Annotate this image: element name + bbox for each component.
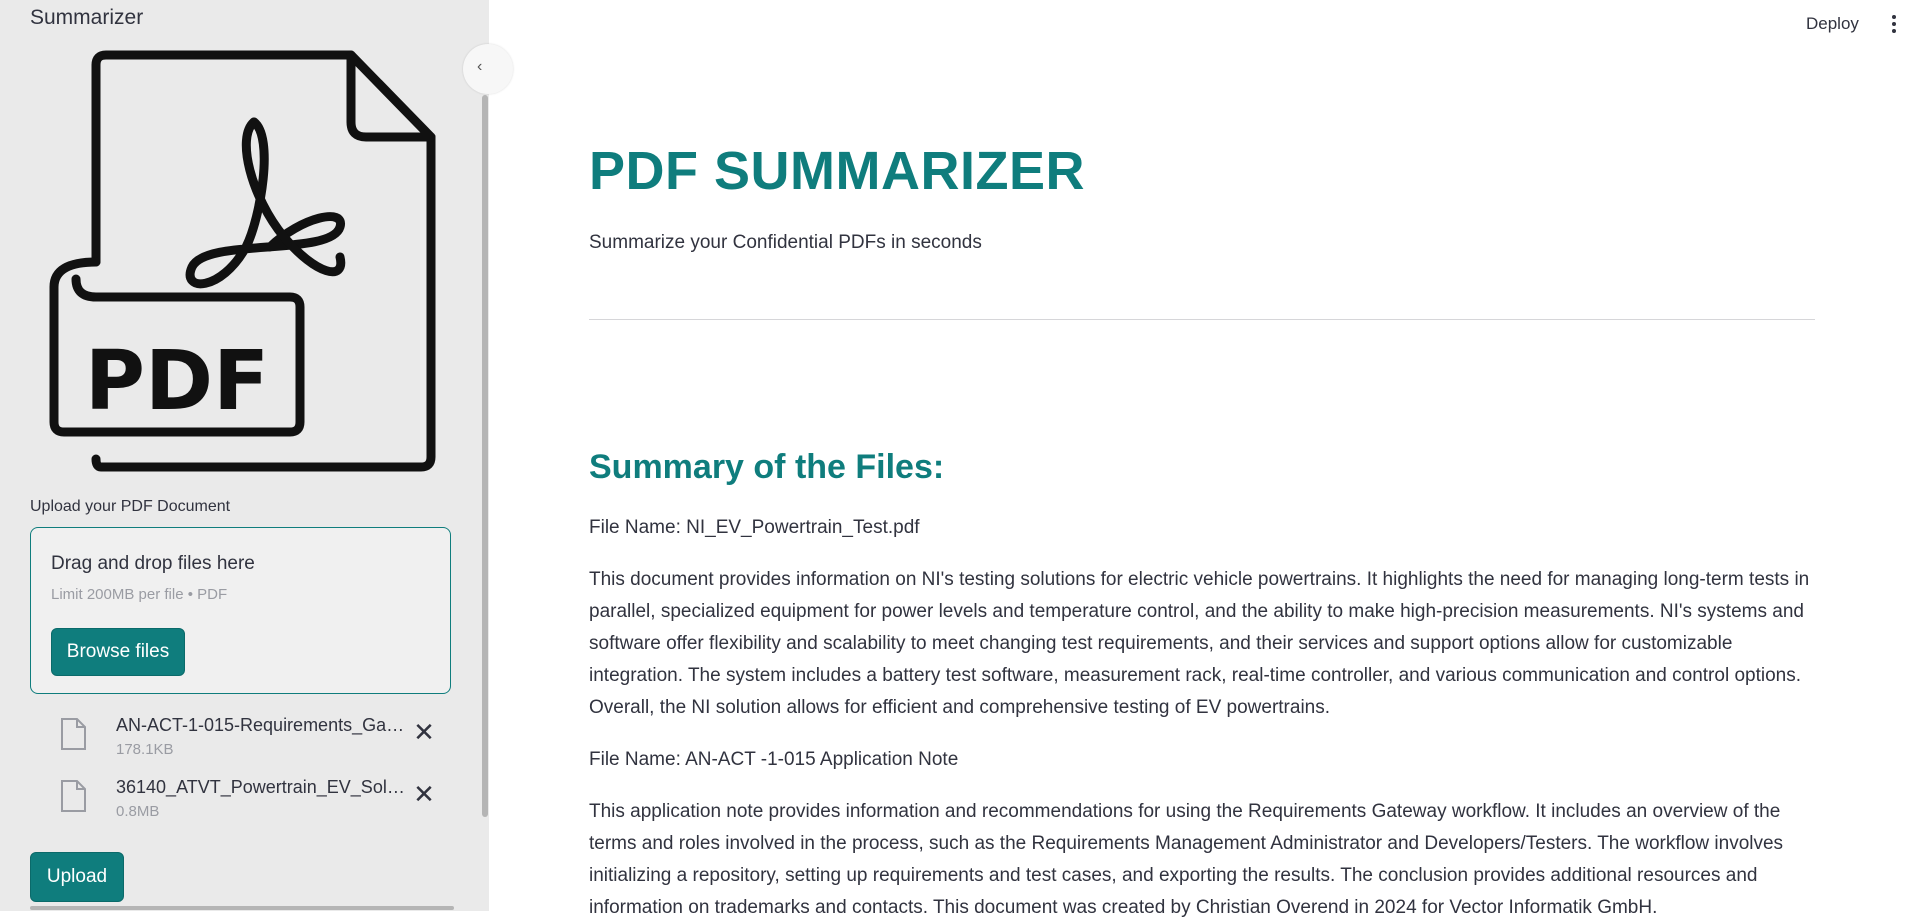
summary-text: This document provides information on NI… bbox=[589, 569, 1810, 718]
file-size: 0.8MB bbox=[116, 803, 160, 820]
remove-file-icon[interactable]: ✕ bbox=[408, 778, 440, 810]
sidebar-horizontal-scrollbar[interactable] bbox=[30, 906, 454, 910]
chevron-left-icon: ‹ bbox=[477, 58, 483, 75]
main-menu-icon[interactable] bbox=[1886, 12, 1902, 40]
dropzone-limit: Limit 200MB per file • PDF bbox=[51, 586, 228, 603]
dropzone-title: Drag and drop files here bbox=[51, 553, 255, 574]
page-subtitle: Summarize your Confidential PDFs in seco… bbox=[589, 232, 982, 253]
file-name: 36140_ATVT_Powertrain_EV_Solution_Brochu… bbox=[116, 777, 406, 797]
browse-files-button[interactable]: Browse files bbox=[51, 628, 185, 676]
remove-file-icon[interactable]: ✕ bbox=[408, 716, 440, 748]
collapse-sidebar-button[interactable]: ‹ bbox=[463, 44, 513, 94]
summary-heading: Summary of the Files: bbox=[589, 448, 945, 486]
summary-file-name: File Name: AN-ACT -1-015 Application Not… bbox=[589, 749, 959, 770]
uploaded-file-item: 36140_ATVT_Powertrain_EV_Solution_Brochu… bbox=[30, 772, 451, 820]
page-title: PDF SUMMARIZER bbox=[589, 141, 1085, 201]
summary-file-name: File Name: NI_EV_Powertrain_Test.pdf bbox=[589, 517, 920, 538]
file-dropzone[interactable]: Drag and drop files here Limit 200MB per… bbox=[30, 527, 451, 694]
upload-label: Upload your PDF Document bbox=[30, 498, 231, 515]
file-icon bbox=[61, 780, 86, 812]
sidebar-title: Summarizer bbox=[30, 6, 144, 29]
file-icon bbox=[61, 718, 86, 750]
summary-text: This application note provides informati… bbox=[589, 801, 1784, 918]
divider bbox=[589, 319, 1815, 320]
sidebar-scrollbar[interactable] bbox=[482, 95, 488, 817]
sidebar: Summarizer PDF Upload your PDF Document … bbox=[0, 0, 489, 911]
upload-button[interactable]: Upload bbox=[30, 852, 124, 902]
uploaded-file-item: AN-ACT-1-015-Requirements_Gateway_Workfl… bbox=[30, 710, 451, 758]
file-size: 178.1KB bbox=[116, 741, 174, 758]
deploy-button[interactable]: Deploy bbox=[1806, 14, 1859, 34]
file-name: AN-ACT-1-015-Requirements_Gateway_Workfl… bbox=[116, 715, 406, 735]
pdf-file-icon: PDF bbox=[49, 50, 436, 472]
pdf-logo-text: PDF bbox=[85, 334, 269, 429]
